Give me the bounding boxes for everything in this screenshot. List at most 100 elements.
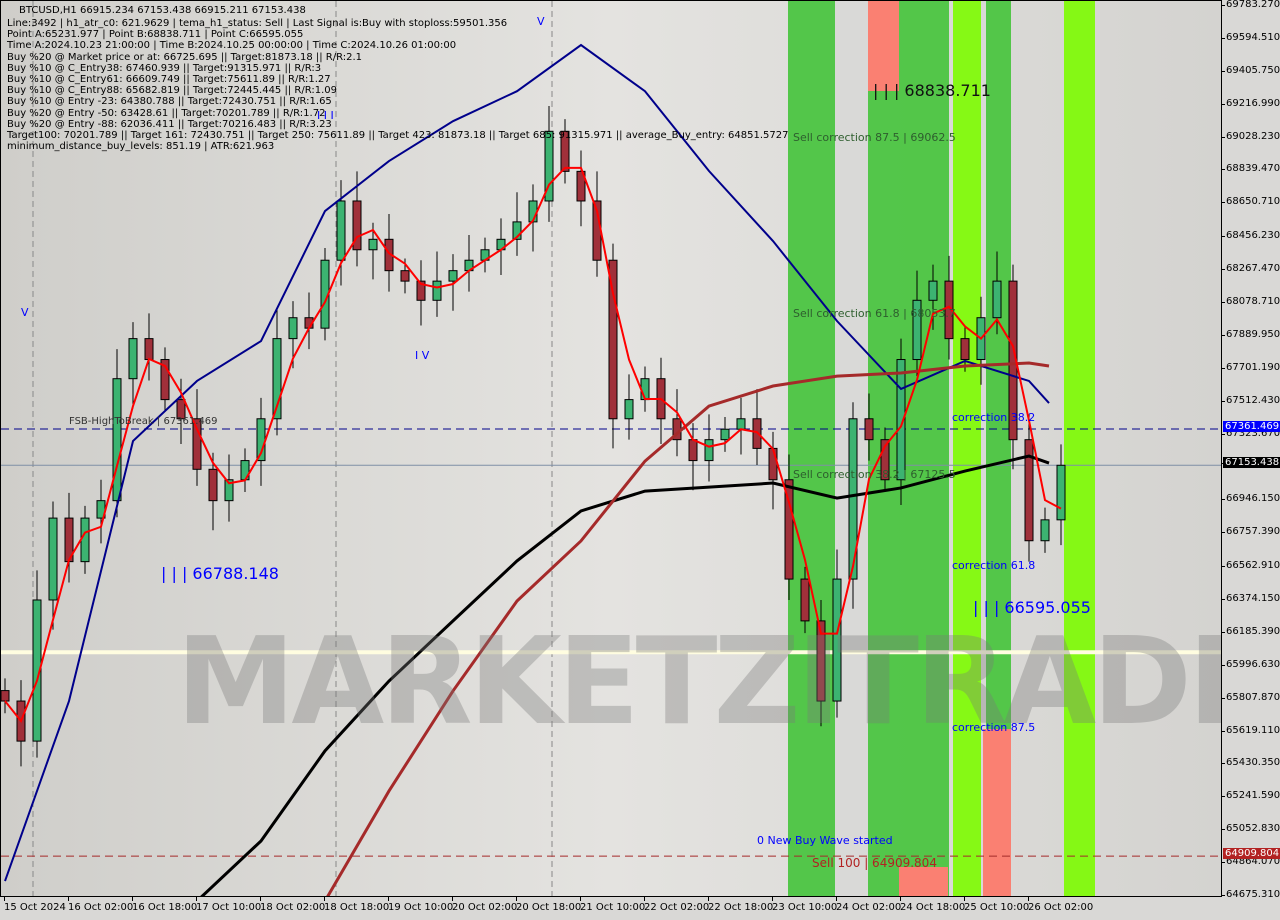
- price-tick-label: 68650.710: [1221, 196, 1280, 208]
- price-tick-label: 68078.710: [1221, 295, 1280, 307]
- price-tick-label: 65430.350: [1221, 757, 1280, 769]
- indicator-band: [1064, 1, 1095, 896]
- point-a-label: | | | 66788.148: [161, 564, 279, 583]
- price-tick-label: 69216.990: [1221, 97, 1280, 109]
- info-line: Target100: 70201.789 || Target 161: 7243…: [7, 130, 789, 141]
- candle-body: [688, 439, 698, 462]
- time-tick-label: 16 Oct 18:00: [132, 897, 198, 913]
- new-buy-wave-label: 0 New Buy Wave started: [757, 834, 893, 847]
- indicator-band-salmon: [899, 867, 948, 896]
- time-tick-label: 21 Oct 10:00: [580, 897, 646, 913]
- point-c-label: | | | 66595.055: [973, 598, 1091, 617]
- time-axis[interactable]: 15 Oct 2024 16 Oct 02:00 16 Oct 18:00 17 Oc…: [0, 897, 1222, 920]
- candle-body: [768, 447, 778, 481]
- price-tick-label: 67889.950: [1221, 328, 1280, 340]
- price-axis[interactable]: 69783.270 69594.510 69405.750 69216.990 6902…: [1221, 0, 1280, 900]
- time-tick-label: 20 Oct 18:00: [516, 897, 582, 913]
- indicator-band-salmon: [868, 1, 899, 91]
- info-line: Buy %20 @ Market price or at: 66725.695 …: [7, 51, 363, 63]
- candle-body: [1, 690, 10, 702]
- price-tick-label: 64675.310: [1221, 889, 1280, 900]
- price-tick-label: 65996.630: [1221, 658, 1280, 670]
- candle-body: [432, 280, 442, 301]
- price-tick-label: 68456.230: [1221, 230, 1280, 242]
- indicator-band-salmon: [983, 729, 1011, 896]
- price-tick-label: 69405.750: [1221, 64, 1280, 76]
- wave-iv-label: I V: [415, 349, 430, 362]
- price-tick-label: 68267.470: [1221, 263, 1280, 275]
- price-tick-label: 69594.510: [1221, 31, 1280, 43]
- info-line: minimum_distance_buy_levels: 851.19 | AT…: [7, 141, 275, 153]
- info-line: Line:3492 | h1_atr_c0: 621.9629 | tema_h…: [7, 18, 508, 29]
- chart-plot-area[interactable]: MARKETZITRADE BTCUSD,H1 66915.234 67153.…: [0, 0, 1222, 897]
- candle-body: [80, 517, 90, 563]
- candle-body: [1056, 464, 1066, 521]
- correction-382: correction 38.2: [952, 411, 1036, 424]
- wave-v-label: V: [537, 15, 545, 28]
- price-tick-label: 66374.150: [1221, 592, 1280, 604]
- sell-correction-618: Sell correction 61.8 | 68053.7: [793, 307, 956, 320]
- candle-body: [960, 338, 970, 361]
- time-tick-label: 18 Oct 18:00: [324, 897, 390, 913]
- time-tick-label: 25 Oct 10:00: [964, 897, 1030, 913]
- candle-body: [864, 418, 874, 441]
- candle-body: [720, 428, 730, 441]
- candle-body: [144, 338, 154, 361]
- sell-correction-382: Sell correction 38.2 | 67125.5: [793, 468, 956, 481]
- candle-body: [208, 468, 218, 502]
- time-tick-label: 15 Oct 2024: [4, 897, 66, 913]
- price-tick-label: 65807.870: [1221, 691, 1280, 703]
- candle-body: [368, 238, 378, 251]
- time-tick-label: 19 Oct 10:00: [388, 897, 454, 913]
- time-tick-label: 22 Oct 02:00: [644, 897, 710, 913]
- info-line: Buy %10 @ C_Entry88: 65682.819 || Target…: [7, 85, 337, 97]
- info-line: Buy %20 @ Entry -50: 63428.61 || Target:…: [7, 107, 326, 119]
- watermark: MARKETZITRADE: [176, 613, 1222, 752]
- time-tick-label: 17 Oct 10:00: [196, 897, 262, 913]
- price-tick-label: 65241.590: [1221, 790, 1280, 802]
- candle-body: [704, 439, 714, 462]
- candle-body: [1040, 519, 1050, 542]
- time-tick-label: 22 Oct 18:00: [708, 897, 774, 913]
- candle-body: [752, 418, 762, 449]
- info-line: Buy %10 @ Entry -23: 64380.788 || Target…: [7, 96, 332, 108]
- candle-body: [928, 280, 938, 301]
- correction-618: correction 61.8: [952, 559, 1036, 572]
- candle-body: [288, 317, 298, 340]
- candle-body: [48, 517, 58, 601]
- time-tick-label: 23 Oct 10:00: [772, 897, 838, 913]
- info-line: Buy %10 @ C_Entry38: 67460.939 || Target…: [7, 62, 322, 74]
- sell-correction-875: Sell correction 87.5 | 69062.5: [793, 131, 956, 144]
- time-tick-label: 24 Oct 02:00: [836, 897, 902, 913]
- price-tick-label: 66757.390: [1221, 526, 1280, 538]
- price-tick-label: 66185.390: [1221, 625, 1280, 637]
- sell-100-label: Sell 100 | 64909.804: [812, 856, 937, 870]
- info-line: Buy %10 @ C_Entry61: 66609.749 || Target…: [7, 74, 331, 85]
- price-tick-label: 67701.190: [1221, 361, 1280, 373]
- indicator-band: [953, 1, 981, 896]
- price-tick-label: 69783.270: [1221, 0, 1280, 10]
- time-tick-label: 18 Oct 02:00: [260, 897, 326, 913]
- candle-body: [448, 270, 458, 282]
- info-line: Time A:2024.10.23 21:00:00 | Time B:2024…: [7, 40, 457, 52]
- wave-v-label: V: [21, 306, 29, 319]
- price-tick-label: 65052.830: [1221, 823, 1280, 835]
- info-line: Buy %20 @ Entry -88: 62036.411 || Target…: [7, 118, 332, 130]
- chart-title: BTCUSD,H1 66915.234 67153.438 66915.211 …: [19, 5, 306, 16]
- price-tick-label: 66562.910: [1221, 560, 1280, 572]
- price-tick-label: 69028.230: [1221, 130, 1280, 142]
- candle-body: [624, 399, 634, 420]
- time-tick-label: 24 Oct 18:00: [900, 897, 966, 913]
- price-level-badge: 64909.804: [1223, 848, 1280, 860]
- time-tick-label: 26 Oct 02:00: [1028, 897, 1094, 913]
- point-b-label: | | | 68838.711: [873, 81, 991, 100]
- price-level-badge: 67361.469: [1223, 420, 1280, 432]
- time-tick-label: 20 Oct 02:00: [452, 897, 518, 913]
- wave-iii-label: I I I: [317, 109, 334, 122]
- fsb-high-to-break: FSB-HighToBreak | 67361.469: [69, 416, 218, 427]
- candle-body: [992, 280, 1002, 319]
- correction-875: correction 87.5: [952, 721, 1036, 734]
- candle-body: [128, 338, 138, 380]
- candle-body: [336, 200, 346, 261]
- time-tick-label: 16 Oct 02:00: [68, 897, 134, 913]
